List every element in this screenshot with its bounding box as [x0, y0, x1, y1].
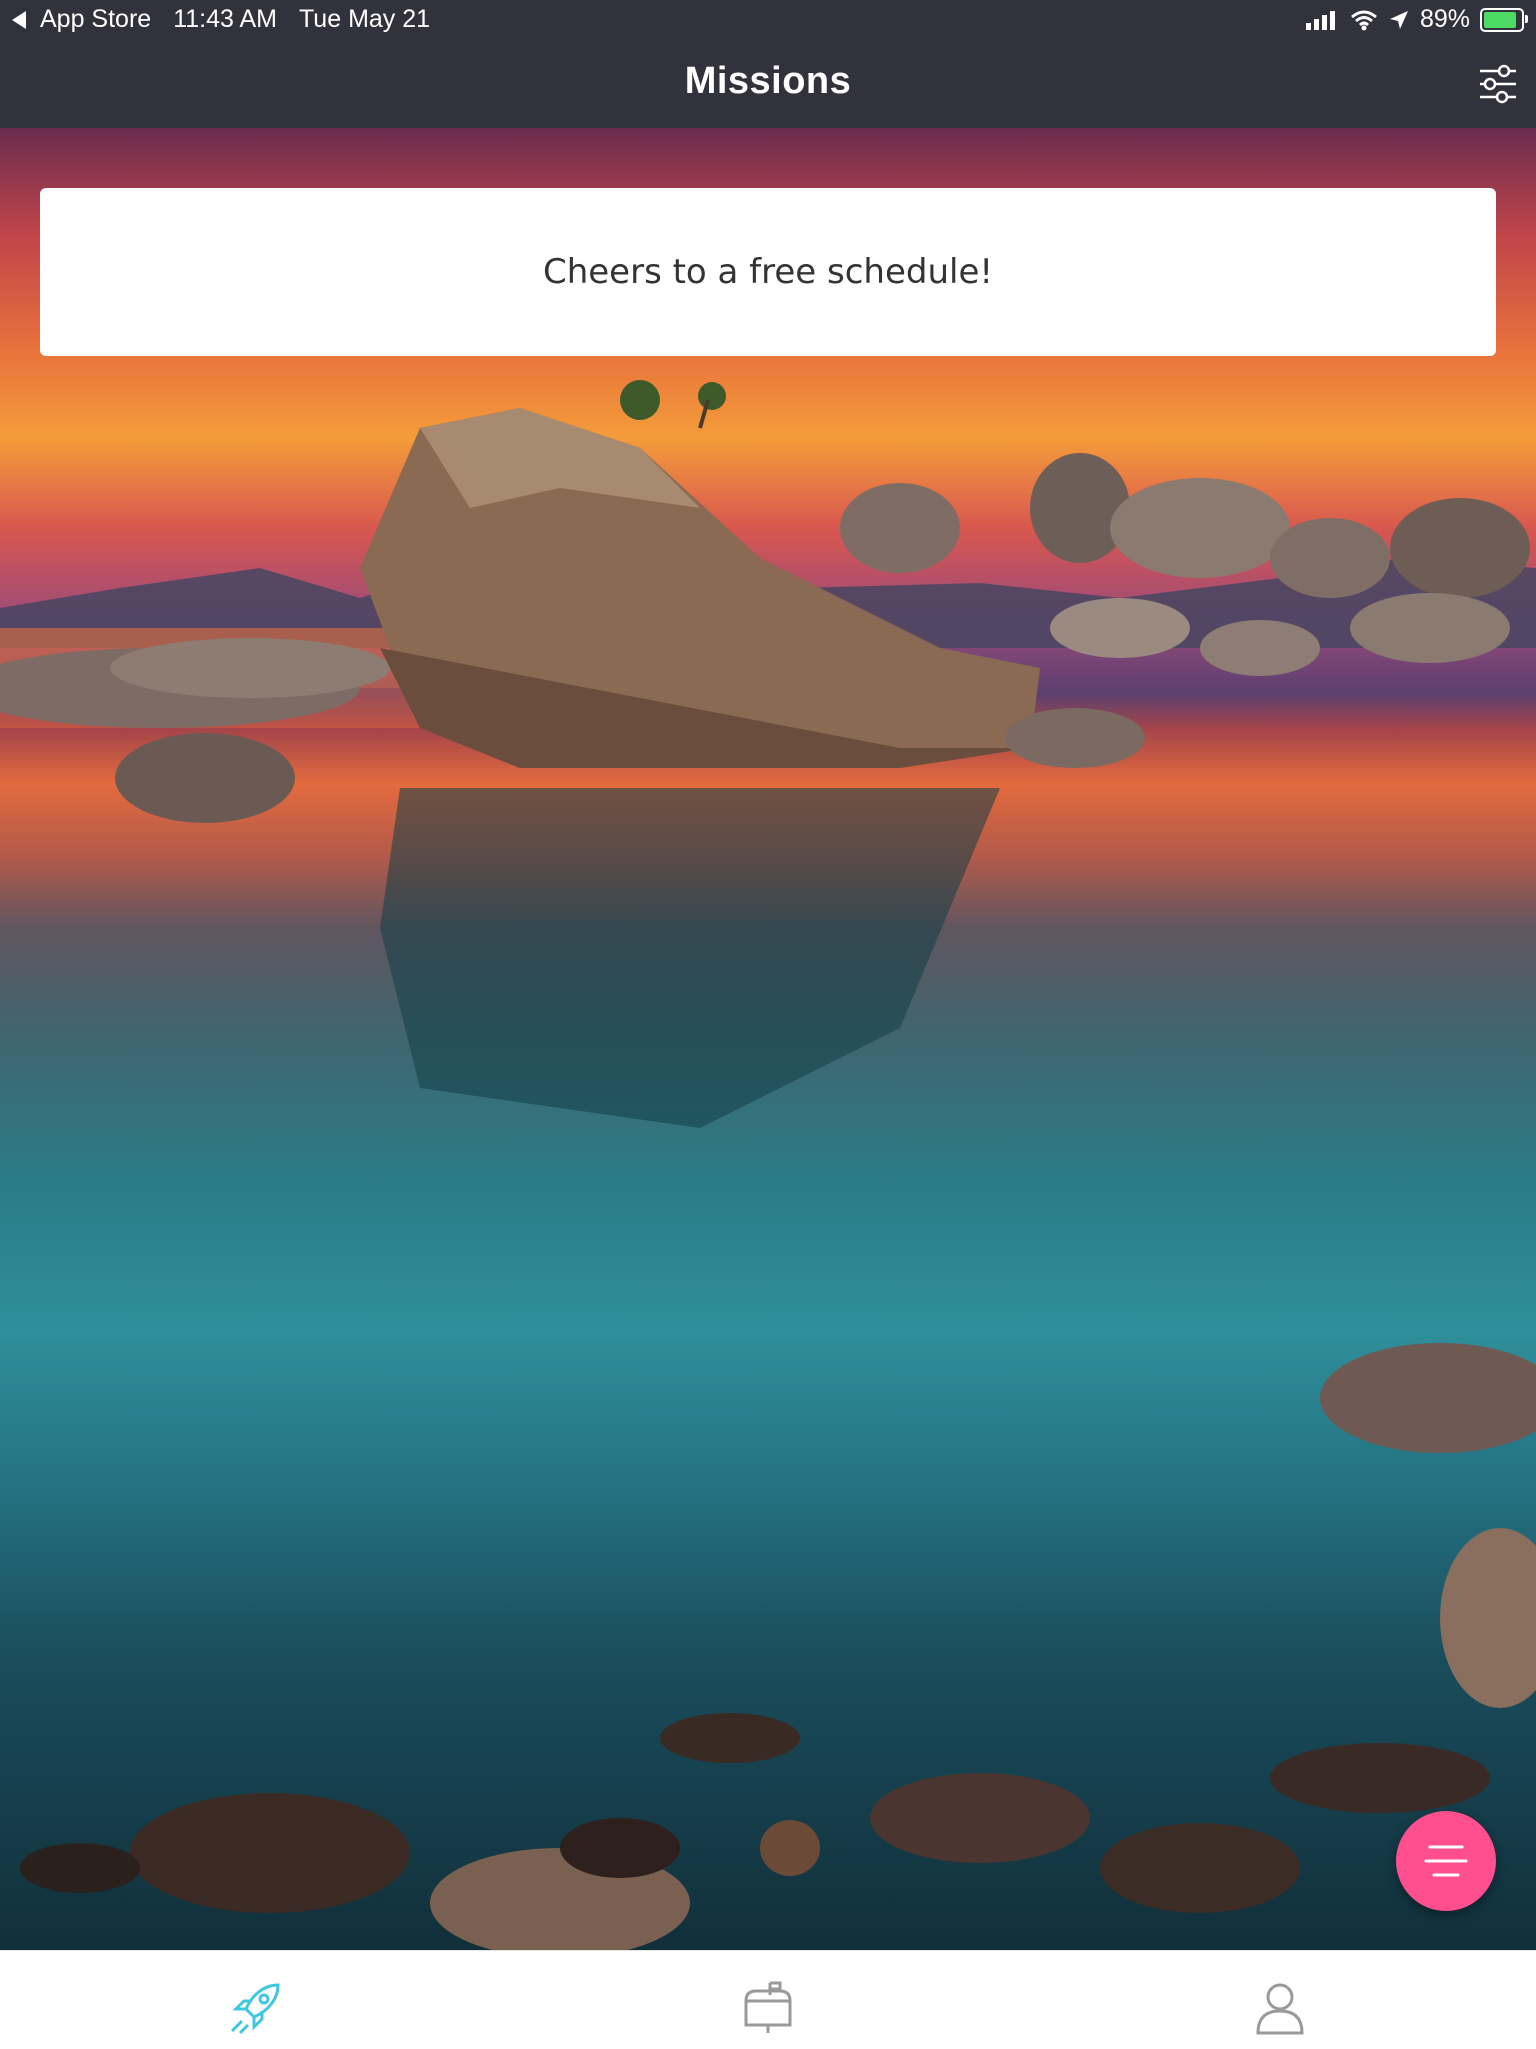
- status-date: Tue May 21: [298, 5, 431, 33]
- back-to-app-store-link[interactable]: App Store: [40, 5, 151, 34]
- location-arrow-icon: [1389, 10, 1408, 29]
- message-text: Cheers to a free schedule!: [542, 252, 994, 292]
- status-bar: App Store 11:43 AM Tue May 21 89%: [0, 0, 1536, 40]
- battery-nub: [1525, 14, 1528, 23]
- message-card: Cheers to a free schedule!: [40, 188, 1496, 356]
- menu-lines-icon: [1424, 1845, 1468, 1877]
- user-icon: [1256, 1983, 1304, 2035]
- landscape-illustration: [0, 380, 1536, 1950]
- tab-missions[interactable]: [0, 1951, 512, 2049]
- status-time: 11:43 AM: [173, 5, 277, 33]
- tab-profile[interactable]: [1024, 1951, 1536, 2049]
- mailbox-icon: [744, 1981, 792, 2033]
- rocket-icon: [230, 1983, 280, 2035]
- status-right: 89%: [1305, 5, 1528, 34]
- battery-fill: [1484, 11, 1516, 28]
- filter-button[interactable]: [1476, 62, 1520, 106]
- wifi-icon: [1350, 10, 1377, 30]
- sliders-icon: [1480, 64, 1516, 104]
- tab-mailbox[interactable]: [512, 1951, 1024, 2049]
- signal-icon: [1305, 10, 1335, 30]
- page-title: Missions: [684, 60, 852, 102]
- status-left: App Store 11:43 AM Tue May 21: [12, 5, 430, 34]
- back-arrow-icon[interactable]: [12, 10, 26, 29]
- nav-bar: Missions: [0, 40, 1536, 128]
- background-landscape-image: [0, 128, 1536, 1950]
- battery-charging-icon: [1480, 7, 1528, 32]
- battery-percent: 89%: [1419, 5, 1470, 33]
- menu-fab-button[interactable]: [1396, 1811, 1496, 1911]
- tab-bar: [0, 1950, 1536, 2049]
